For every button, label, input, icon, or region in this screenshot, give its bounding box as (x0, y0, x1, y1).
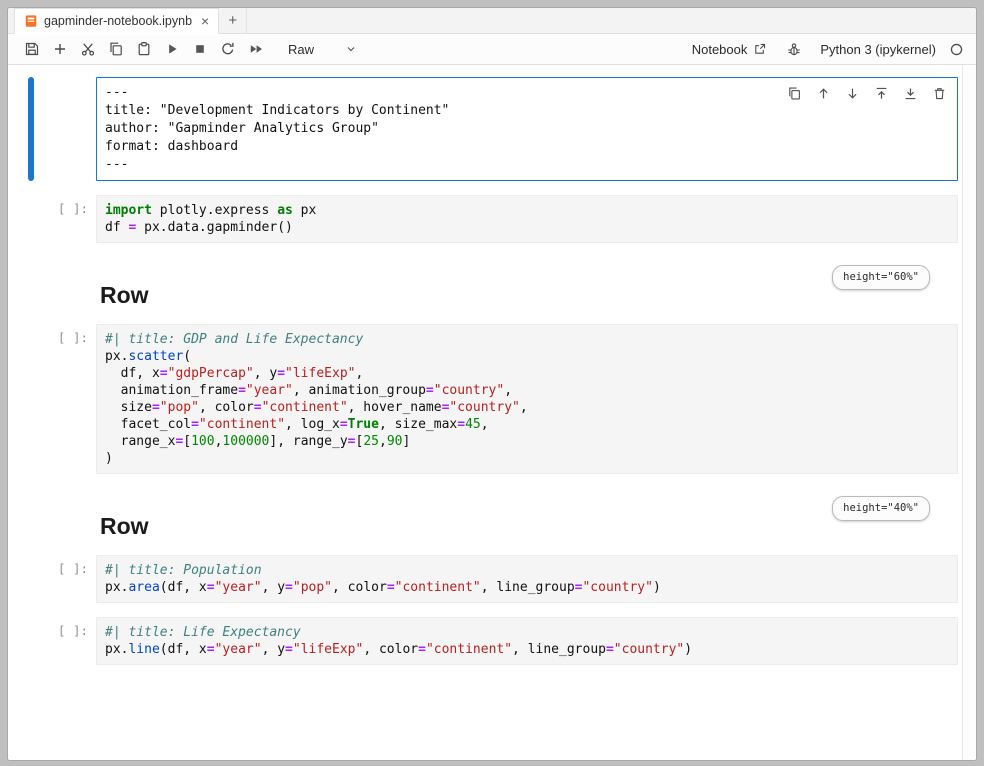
copy-cells-button[interactable] (102, 37, 129, 61)
save-button[interactable] (18, 37, 45, 61)
insert-cell-button[interactable] (46, 37, 73, 61)
cell-prompt (34, 490, 96, 535)
row-heading: Row (100, 518, 958, 535)
window-frame: gapminder-notebook.ipynb × + (0, 0, 984, 766)
paste-icon (136, 41, 152, 57)
code-input[interactable]: #| title: GDP and Life Expectancypx.scat… (105, 331, 949, 467)
paste-cells-button[interactable] (130, 37, 157, 61)
delete-cell-button[interactable] (931, 85, 947, 101)
notebook-toolbar: Raw Notebook Python 3 (ipykernel (8, 34, 976, 65)
markdown-rendered[interactable]: height="40%" Row (96, 490, 958, 535)
tab-close-icon[interactable]: × (201, 14, 209, 28)
toolbar-right-group: Notebook Python 3 (ipykernel) (692, 37, 964, 61)
markdown-cell-row-1: height="60%" Row (28, 259, 958, 304)
scissors-icon (80, 41, 96, 57)
markdown-cell-row-2: height="40%" Row (28, 490, 958, 535)
notebook-panel-button[interactable]: Notebook (692, 42, 768, 57)
code-cell-imports: [ ]: import plotly.express as pxdf = px.… (28, 195, 958, 243)
restart-icon (220, 41, 236, 57)
cell-prompt (34, 259, 96, 304)
cut-cells-button[interactable] (74, 37, 101, 61)
move-cell-up-button[interactable] (815, 85, 831, 101)
scrollbar[interactable] (962, 65, 976, 760)
chevron-down-icon (344, 42, 358, 56)
duplicate-cell-icon (787, 86, 802, 101)
cell-prompt: [ ]: (34, 555, 96, 603)
code-cell-population: [ ]: #| title: Populationpx.area(df, x="… (28, 555, 958, 603)
cell-type-value: Raw (288, 42, 314, 57)
height-attribute-badge: height="60%" (832, 265, 930, 290)
save-icon (24, 41, 40, 57)
insert-cell-below-button[interactable] (902, 85, 918, 101)
trash-icon (932, 86, 947, 101)
code-input[interactable]: import plotly.express as pxdf = px.data.… (105, 202, 949, 236)
notebook-panel: ---title: "Development Indicators by Con… (8, 65, 976, 760)
cell-prompt (34, 77, 96, 181)
new-tab-button[interactable]: + (219, 8, 247, 33)
code-cell-editor[interactable]: import plotly.express as pxdf = px.data.… (96, 195, 958, 243)
external-link-icon (753, 42, 767, 56)
tab-label: gapminder-notebook.ipynb (44, 14, 192, 28)
code-cell-editor[interactable]: #| title: Populationpx.area(df, x="year"… (96, 555, 958, 603)
arrow-down-icon (845, 86, 860, 101)
row-heading: Row (100, 287, 958, 304)
cell-prompt: [ ]: (34, 617, 96, 665)
kernel-switcher[interactable]: Python 3 (ipykernel) (820, 42, 936, 57)
code-cell-scatter: [ ]: #| title: GDP and Life Expectancypx… (28, 324, 958, 474)
code-cell-editor[interactable]: #| title: GDP and Life Expectancypx.scat… (96, 324, 958, 474)
move-cell-down-button[interactable] (844, 85, 860, 101)
cell-prompt: [ ]: (34, 324, 96, 474)
run-cell-button[interactable] (158, 37, 185, 61)
play-icon (164, 41, 180, 57)
notebook-file-icon (24, 14, 38, 28)
code-cell-life-expectancy: [ ]: #| title: Life Expectancypx.line(df… (28, 617, 958, 665)
insert-cell-above-button[interactable] (873, 85, 889, 101)
code-input[interactable]: #| title: Life Expectancypx.line(df, x="… (105, 624, 949, 658)
copy-icon (108, 41, 124, 57)
code-cell-editor[interactable]: #| title: Life Expectancypx.line(df, x="… (96, 617, 958, 665)
height-attribute-badge: height="40%" (832, 496, 930, 521)
cell-toolbar (786, 85, 947, 101)
plus-icon (52, 41, 68, 57)
debugger-button[interactable] (780, 37, 807, 61)
interrupt-kernel-button[interactable] (186, 37, 213, 61)
cell-type-dropdown[interactable]: Raw (282, 40, 364, 59)
fast-forward-icon (248, 41, 264, 57)
restart-run-all-button[interactable] (242, 37, 269, 61)
restart-kernel-button[interactable] (214, 37, 241, 61)
tab-bar: gapminder-notebook.ipynb × + (8, 8, 976, 34)
kernel-status-icon (949, 42, 964, 57)
tab-gapminder-notebook[interactable]: gapminder-notebook.ipynb × (14, 8, 219, 34)
notebook-label: Notebook (692, 42, 748, 57)
arrow-up-icon (816, 86, 831, 101)
code-input[interactable]: #| title: Populationpx.area(df, x="year"… (105, 562, 949, 596)
raw-cell-frontmatter: ---title: "Development Indicators by Con… (28, 77, 958, 181)
insert-below-icon (903, 86, 918, 101)
raw-cell-editor[interactable]: ---title: "Development Indicators by Con… (96, 77, 958, 181)
insert-above-icon (874, 86, 889, 101)
cell-prompt: [ ]: (34, 195, 96, 243)
markdown-rendered[interactable]: height="60%" Row (96, 259, 958, 304)
jupyterlab-window: gapminder-notebook.ipynb × + (7, 7, 977, 761)
bug-icon (786, 41, 802, 57)
duplicate-cell-button[interactable] (786, 85, 802, 101)
stop-icon (192, 41, 208, 57)
